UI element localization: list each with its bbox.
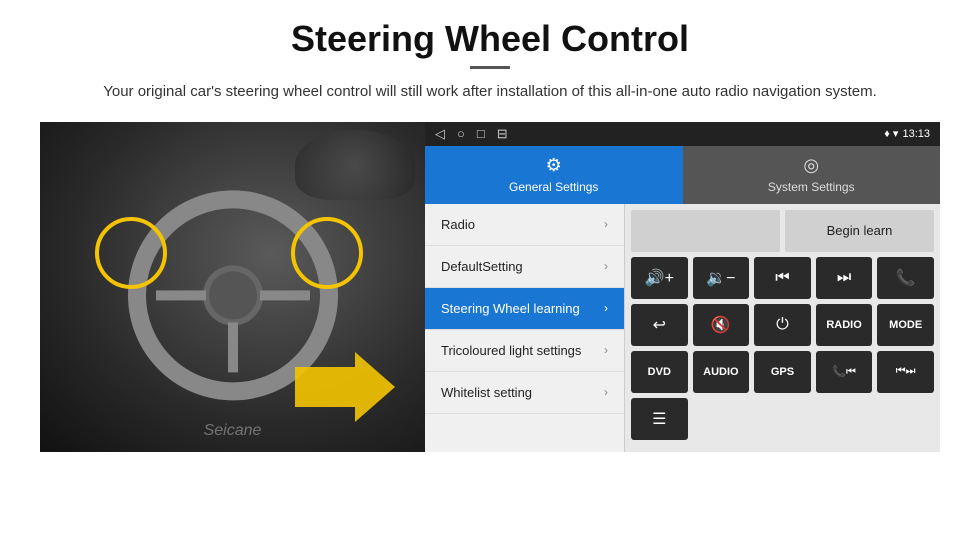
watermark-text: Seicane [204, 422, 262, 440]
menu-item-radio[interactable]: Radio › [425, 204, 624, 246]
menu-bars-icon: ☰ [652, 409, 666, 429]
tab-general-settings[interactable]: ⚙ General Settings [425, 146, 683, 204]
vol-down-button[interactable]: 🔉− [693, 257, 750, 299]
next-button[interactable]: ⏭ [816, 257, 873, 299]
steering-wheel-bg: Seicane [40, 122, 425, 452]
right-panel: Begin learn 🔊+ 🔉− [625, 204, 940, 452]
back-icon: ↩ [653, 315, 666, 335]
next-icon: ⏭ [837, 269, 851, 287]
mute-button[interactable]: 🔇 [693, 304, 750, 346]
content-area: Seicane ◁ ○ □ ⊟ ♦ ▾ 13:13 [40, 122, 940, 452]
back-button[interactable]: ↩ [631, 304, 688, 346]
panel-row-1: Begin learn [631, 210, 934, 252]
status-bar-nav: ◁ ○ □ ⊟ [435, 126, 508, 142]
sw-spoke-bottom [228, 322, 238, 372]
nav-back-icon[interactable]: ◁ [435, 126, 445, 142]
menu-default-label: DefaultSetting [441, 259, 523, 274]
left-menu: Radio › DefaultSetting › Steering Wheel … [425, 204, 625, 452]
call-icon: 📞 [896, 268, 916, 288]
nav-recents-icon[interactable]: □ [477, 126, 485, 141]
btn-row-4: ☰ [631, 398, 934, 440]
menu-icon-button[interactable]: ☰ [631, 398, 688, 440]
buttons-grid: 🔊+ 🔉− ⏮ ⏭ 📞 [631, 257, 934, 440]
radio-button[interactable]: RADIO [816, 304, 873, 346]
gear-icon: ⚙ [546, 155, 562, 176]
menu-tricoloured-label: Tricoloured light settings [441, 343, 581, 358]
mode-button[interactable]: MODE [877, 304, 934, 346]
chevron-icon: › [604, 217, 608, 231]
page-wrapper: Steering Wheel Control Your original car… [0, 0, 980, 462]
audio-label: AUDIO [703, 366, 738, 378]
audio-button[interactable]: AUDIO [693, 351, 750, 393]
car-image-section: Seicane [40, 122, 425, 452]
menu-steering-label: Steering Wheel learning [441, 301, 580, 316]
page-subtitle: Your original car's steering wheel contr… [40, 81, 940, 104]
mode-label: MODE [889, 319, 922, 331]
arrow-icon [295, 352, 395, 422]
empty-input-box [631, 210, 780, 252]
dashboard-gauges [295, 130, 415, 200]
nav-menu-icon[interactable]: ⊟ [497, 126, 508, 142]
radio-label: RADIO [826, 319, 861, 331]
dvd-label: DVD [648, 366, 671, 378]
tab-system-label: System Settings [768, 180, 855, 194]
mute-icon: 🔇 [711, 315, 731, 335]
highlight-circle-left [95, 217, 167, 289]
gps-label: GPS [771, 366, 794, 378]
sw-spoke-left [156, 290, 206, 300]
tab-general-label: General Settings [509, 180, 598, 194]
status-bar-right: ♦ ▾ 13:13 [884, 127, 930, 140]
dvd-button[interactable]: DVD [631, 351, 688, 393]
call-button[interactable]: 📞 [877, 257, 934, 299]
btn-row-2: ↩ 🔇 ⏻ RADIO MOD [631, 304, 934, 346]
tab-system-settings[interactable]: ◎ System Settings [683, 146, 941, 204]
menu-whitelist-label: Whitelist setting [441, 385, 532, 400]
call-prev-button[interactable]: 📞⏮ [816, 351, 873, 393]
highlight-circle-right [291, 217, 363, 289]
gps-button[interactable]: GPS [754, 351, 811, 393]
tab-bar: ⚙ General Settings ◎ System Settings [425, 146, 940, 204]
menu-radio-label: Radio [441, 217, 475, 232]
vol-down-icon: 🔉− [706, 268, 735, 288]
page-title: Steering Wheel Control [40, 18, 940, 60]
chevron-icon: › [604, 301, 608, 315]
steering-wheel-hub [203, 265, 263, 325]
chevron-icon: › [604, 259, 608, 273]
vol-up-button[interactable]: 🔊+ [631, 257, 688, 299]
begin-learn-button[interactable]: Begin learn [785, 210, 934, 252]
skip-icon: ⏮⏭ [896, 365, 916, 378]
btn-row-3: DVD AUDIO GPS 📞⏮ [631, 351, 934, 393]
menu-item-steering[interactable]: Steering Wheel learning › [425, 288, 624, 330]
chevron-icon: › [604, 343, 608, 357]
time-display: 13:13 [902, 128, 930, 140]
status-bar: ◁ ○ □ ⊟ ♦ ▾ 13:13 [425, 122, 940, 146]
prev-button[interactable]: ⏮ [754, 257, 811, 299]
signal-icon: ♦ ▾ [884, 127, 898, 140]
menu-item-defaultsetting[interactable]: DefaultSetting › [425, 246, 624, 288]
btn-row-1: 🔊+ 🔉− ⏮ ⏭ 📞 [631, 257, 934, 299]
title-divider [470, 66, 510, 69]
android-ui: ◁ ○ □ ⊟ ♦ ▾ 13:13 ⚙ General Settings ◎ [425, 122, 940, 452]
vol-up-icon: 🔊+ [645, 268, 674, 288]
system-icon: ◎ [803, 155, 819, 176]
main-body: Radio › DefaultSetting › Steering Wheel … [425, 204, 940, 452]
prev-icon: ⏮ [775, 269, 789, 287]
call-prev-icon: 📞⏮ [832, 365, 856, 379]
nav-home-icon[interactable]: ○ [457, 126, 465, 141]
menu-item-whitelist[interactable]: Whitelist setting › [425, 372, 624, 414]
power-button[interactable]: ⏻ [754, 304, 811, 346]
menu-item-tricoloured[interactable]: Tricoloured light settings › [425, 330, 624, 372]
skip-button[interactable]: ⏮⏭ [877, 351, 934, 393]
sw-spoke-right [260, 290, 310, 300]
chevron-icon: › [604, 385, 608, 399]
power-icon: ⏻ [776, 316, 789, 334]
